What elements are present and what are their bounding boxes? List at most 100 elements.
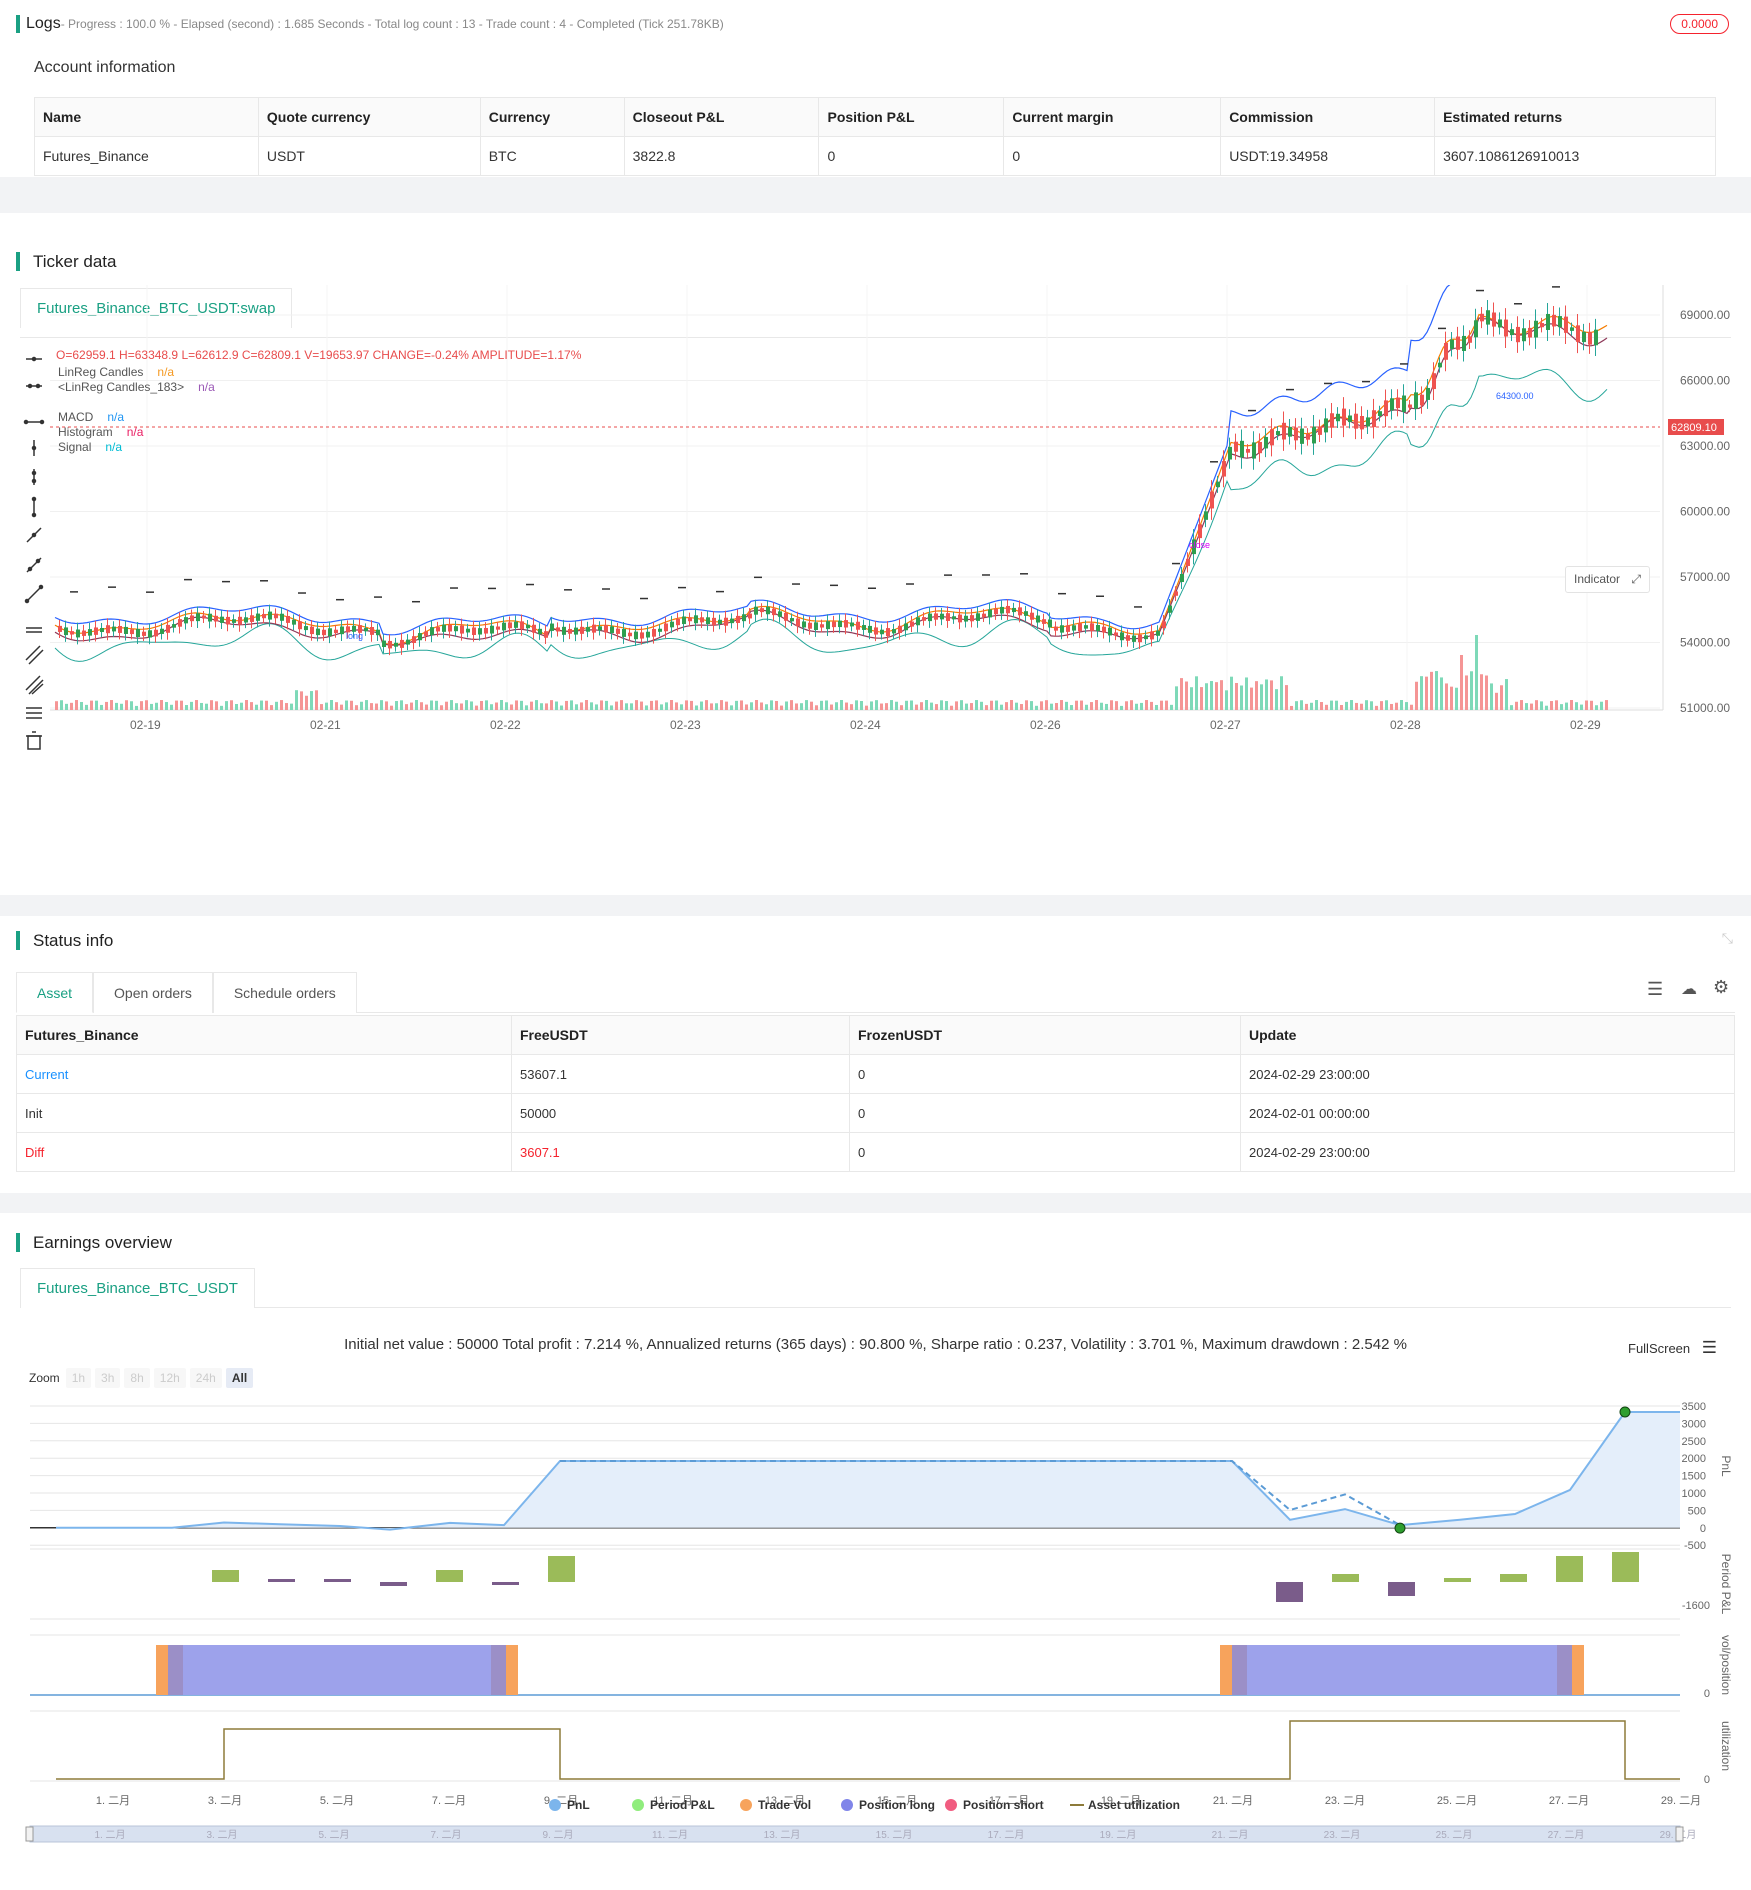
volume-bar [625,703,628,710]
zoom-button[interactable]: 3h [95,1368,121,1388]
legend-item[interactable]: Trade Vol [740,1798,811,1812]
volume-bar [710,703,713,710]
entry-price-marker: 64300.00 [1496,391,1534,401]
volume-bar [395,701,398,710]
candle [1330,413,1334,428]
logs-badge[interactable]: 0.0000 [1670,14,1729,34]
fullscreen-button[interactable]: FullScreen ☰ [1628,1338,1717,1358]
zoom-button[interactable]: 12h [153,1368,186,1388]
candle [634,631,638,640]
axis-title: PnL [1719,1455,1733,1477]
candle [1480,313,1484,322]
volume-bar [1210,681,1213,710]
volume-bar [390,705,393,710]
volume-bar [235,703,238,710]
legend-item[interactable]: Period P&L [632,1798,715,1812]
volume-bar [800,703,803,710]
indicator-legend-item[interactable]: MACD n/a [58,410,215,425]
indicator-legend-item[interactable]: <LinReg Candles_183> n/a [58,380,215,395]
candle [640,632,644,639]
volume-bar [740,700,743,710]
candle [814,622,818,631]
ticker-title: Ticker data [16,252,116,271]
volume-bar [885,703,888,710]
candle [778,611,782,617]
volume-bar [1435,671,1438,710]
candle [1228,446,1232,460]
indicator-value: n/a [198,380,215,394]
candle [1222,461,1226,477]
candle [622,629,626,637]
volume-bar [870,701,873,710]
volume-bar [1065,701,1068,710]
expand-icon[interactable]: ⤢ [1631,572,1641,586]
collapse-icon[interactable]: ⤡ [1722,930,1733,947]
volume-bar [950,705,953,710]
volume-bar [905,700,908,710]
pnl-tick: 500 [1688,1505,1706,1517]
navigator-right-handle[interactable] [1675,1826,1684,1842]
asset-cell: 0 [849,1093,1241,1133]
zoom-button[interactable]: 8h [124,1368,150,1388]
volume-bar [1015,702,1018,710]
indicator-button[interactable]: Indicator ⤢ [1565,566,1650,593]
candle [970,615,974,622]
candle [544,631,548,638]
volume-bar [1205,683,1208,710]
volume-bar [915,704,918,710]
legend-item[interactable]: Position short [945,1798,1044,1812]
candle [1402,395,1406,412]
gear-icon[interactable]: ⚙ [1713,977,1729,998]
volume-bar [660,704,663,710]
indicator-legend-item[interactable]: Histogram n/a [58,425,215,440]
legend-item[interactable]: Position long [841,1798,935,1812]
zoom-button[interactable]: 1h [65,1368,92,1388]
volume-bar [790,700,793,710]
earnings-chart[interactable]: 3500 3000 2500 2000 1500 1000 500 0 -500 -1600 0 0 P… [0,1393,1751,1890]
candle [946,613,950,621]
volume-bar [585,700,588,710]
cloud-download-icon[interactable]: ☁ [1681,979,1697,999]
menu-icon[interactable]: ☰ [1702,1338,1717,1357]
zoom-label: Zoom [29,1371,60,1385]
zoom-button[interactable]: 24h [189,1368,222,1388]
volume-bar [55,701,58,710]
candle [466,628,470,633]
navigator-left-handle[interactable] [25,1826,34,1842]
status-tab[interactable]: Schedule orders [212,972,357,1013]
volume-bar [420,702,423,710]
volume-bar [335,702,338,710]
indicator-value: n/a [107,410,125,424]
volume-bar [975,700,978,710]
navigator-tick: 19. 二月 [1100,1829,1137,1841]
volume-bar [1525,703,1528,710]
zoom-button[interactable]: All [225,1368,254,1388]
list-icon[interactable]: ☰ [1647,979,1663,1000]
indicator-legend-item[interactable]: Signal n/a [58,440,215,455]
period-bar [1444,1578,1471,1582]
volume-bar [1275,689,1278,710]
candle [1414,392,1418,409]
candle [646,631,650,638]
earnings-tab[interactable]: Futures_Binance_BTC_USDT [20,1268,255,1308]
drawing-toolbar[interactable] [22,348,46,988]
status-tab[interactable]: Open orders [93,972,213,1013]
candle [1168,605,1172,613]
volume-bar [1475,635,1478,710]
indicator-legend-item[interactable]: LinReg Candles n/a [58,365,215,380]
candle [430,627,434,636]
legend-item[interactable]: Asset utilization [1070,1798,1180,1812]
volume-bar [795,703,798,710]
time-tick: 02-23 [670,718,701,732]
volume-bar [1010,700,1013,710]
status-tab[interactable]: Asset [16,972,94,1013]
legend-item[interactable]: PnL [549,1798,590,1812]
candle [238,616,242,625]
navigator[interactable] [29,1825,1681,1843]
volume-bar [1345,701,1348,710]
candle [370,627,374,635]
candle [454,626,458,632]
candle [1120,632,1124,641]
asset-cell: 50000 [511,1093,850,1133]
period-bar [1276,1582,1303,1602]
